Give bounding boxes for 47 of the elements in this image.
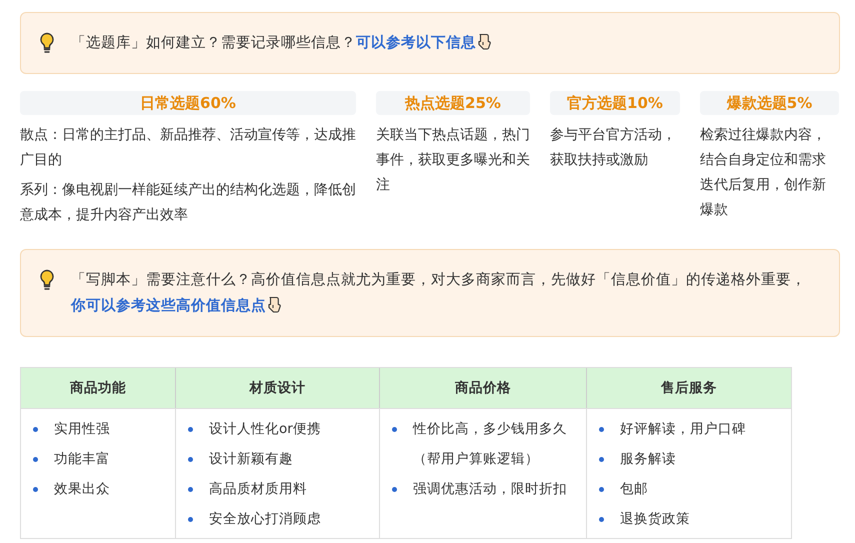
lightbulb-icon (39, 269, 55, 291)
reference-link[interactable]: 可以参考以下信息 (356, 35, 476, 51)
bullet-icon (188, 457, 193, 462)
table-header-cell: 商品功能 (21, 368, 175, 408)
list-item-text: 安全放心打消顾虑 (209, 510, 321, 529)
table-header-cell: 售后服务 (586, 368, 791, 408)
table-header-cell: 商品价格 (379, 368, 586, 408)
list-item-text: 设计人性化or便携 (209, 420, 321, 439)
bullet-icon (599, 517, 604, 522)
topic-description: 散点：日常的主打品、新品推荐、活动宣传等，达成推广目的 (20, 126, 356, 170)
topic-type-heading: 热点选题25% (376, 91, 530, 115)
bullet-icon (33, 457, 38, 462)
tip-text: 「写脚本」需要注意什么？高价值信息点就尤为重要，对大多商家而言，先做好「信息价值」的传递格外重要， (71, 272, 806, 288)
table-header-cell: 材质设计 (175, 368, 379, 408)
list-item-text: 高品质材质用料 (209, 480, 307, 499)
list-item-text: 退换货政策 (620, 510, 690, 529)
topic-type-heading: 爆款选题5% (700, 91, 839, 115)
list-item-text: 强调优惠活动，限时折扣 (413, 480, 567, 499)
topic-description: 系列：像电视剧一样能延续产出的结构化选题，降低创意成本，提升内容产出效率 (20, 181, 356, 225)
topic-description: 检索过往爆款内容，结合自身定位和需求迭代后复用，创作新爆款 (700, 126, 827, 220)
bullet-icon (392, 427, 397, 432)
bullet-icon (188, 427, 193, 432)
bullet-icon (392, 487, 397, 492)
list-item-text: 好评解读，用户口碑 (620, 420, 746, 439)
bullet-icon (188, 517, 193, 522)
list-item-text: 效果出众 (54, 480, 110, 499)
list-item-text: 服务解读 (620, 450, 676, 469)
pointing-hand-icon (477, 33, 491, 50)
topic-description: 关联当下热点话题，热门事件，获取更多曝光和关注 (376, 126, 530, 195)
lightbulb-icon (39, 32, 55, 54)
bullet-icon (33, 427, 38, 432)
list-item-text: 设计新颖有趣 (209, 450, 293, 469)
topic-type-heading: 日常选题60% (20, 91, 356, 115)
bullet-icon (33, 487, 38, 492)
list-item-text: 包邮 (620, 480, 648, 499)
bullet-icon (188, 487, 193, 492)
bullet-icon (599, 457, 604, 462)
topic-type-heading: 官方选题10% (550, 91, 680, 115)
topic-description: 参与平台官方活动，获取扶持或激励 (550, 126, 677, 170)
bullet-icon (599, 487, 604, 492)
bullet-icon (599, 427, 604, 432)
pointing-hand-icon (267, 296, 281, 313)
tip-text: 「选题库」如何建立？需要记录哪些信息？ (71, 35, 356, 51)
list-item-text: 功能丰富 (54, 450, 110, 469)
reference-link[interactable]: 你可以参考这些高价值信息点 (71, 298, 266, 314)
list-item-text: 性价比高，多少钱用多久（帮用户算账逻辑） (413, 420, 568, 469)
list-item-text: 实用性强 (54, 420, 110, 439)
